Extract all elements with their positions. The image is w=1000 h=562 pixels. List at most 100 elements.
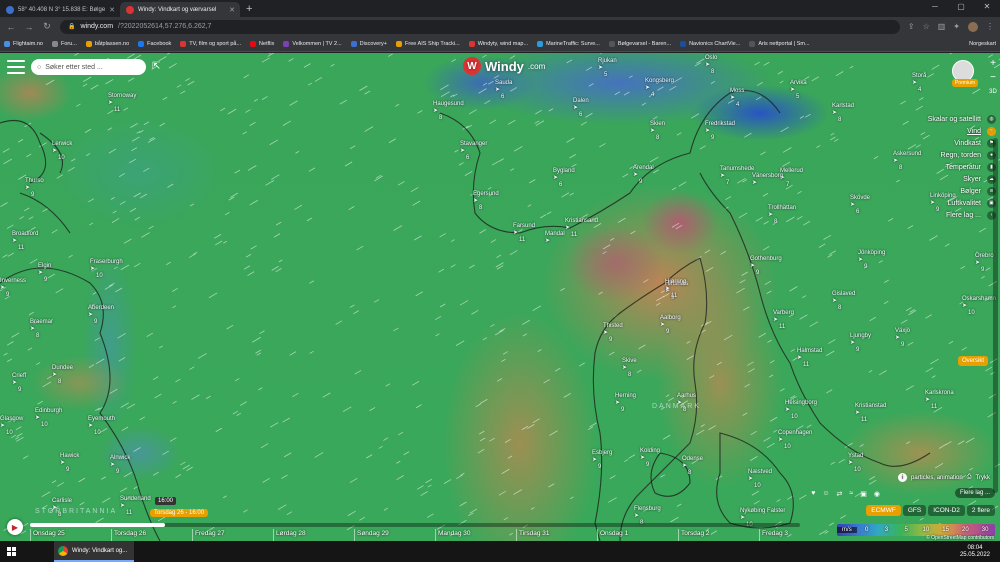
model-option[interactable]: GFS <box>902 505 927 516</box>
layer-item[interactable]: Skalar og satellitt ◍ <box>926 113 996 125</box>
city-marker[interactable]: Sauda ➤ 6 <box>495 80 512 101</box>
bookmark-item[interactable]: Aris nettportal | Sm... <box>749 40 810 47</box>
weather-map[interactable]: Kristiansand ➤ 11 Mandal ➤ Farsund ➤ 11 Egersund… <box>0 53 1000 541</box>
city-marker[interactable]: Oskarshamn ➤ 10 <box>962 296 996 317</box>
profile-avatar[interactable] <box>968 21 978 32</box>
layer-item[interactable]: Vind ≈ <box>926 125 996 137</box>
menu-icon[interactable] <box>7 60 25 74</box>
city-marker[interactable]: Crieff ➤ 9 <box>12 373 26 394</box>
city-marker[interactable]: Næstved ➤ 10 <box>748 469 772 490</box>
timeline-day[interactable]: Torsdag 26 <box>111 529 192 541</box>
city-marker[interactable]: Rjukan ➤ 5 <box>598 58 617 79</box>
play-button[interactable]: ▶ <box>7 519 23 535</box>
share-icon[interactable]: ⇱ <box>152 61 160 72</box>
city-marker[interactable]: Skövde ➤ 6 <box>850 195 870 216</box>
bookmark-item[interactable]: Velkommen | TV 2... <box>283 40 342 47</box>
zoom-out-button[interactable]: − <box>988 73 998 83</box>
bookmark-star-icon[interactable]: ☆ <box>923 22 930 31</box>
arrows-icon[interactable]: ⇄ <box>837 490 843 498</box>
search-input[interactable]: ○ Søker etter sted ... <box>31 59 146 75</box>
wave-icon[interactable]: ≈ <box>849 490 853 498</box>
city-marker[interactable]: Thurso ➤ 9 <box>25 178 44 199</box>
city-marker[interactable]: Farsund ➤ 11 <box>513 223 535 244</box>
tab-close-icon[interactable]: ✕ <box>229 6 235 14</box>
city-marker[interactable]: Gothenburg ➤ 9 <box>750 256 782 277</box>
webcam-icon[interactable]: ◉ <box>874 490 880 498</box>
system-clock[interactable]: 08:04 25.05.2022 <box>960 545 990 559</box>
city-marker[interactable]: Örebro ➤ 9 <box>975 253 994 274</box>
city-marker[interactable]: Arendal ➤ 9 <box>633 165 654 186</box>
timeline-current-time[interactable]: Torsdag 26 - 16:00 <box>150 509 209 517</box>
timeline-day[interactable]: Fredag 27 <box>192 529 273 541</box>
city-marker[interactable]: Jönköping ➤ 9 <box>858 250 885 271</box>
model-option[interactable]: ICON-D2 <box>928 505 965 516</box>
city-marker[interactable]: Mandal ➤ <box>545 231 565 245</box>
taskbar-chrome-app[interactable]: Windy: Vindkart og... <box>54 541 134 562</box>
bookmark-item[interactable]: Foru... <box>51 40 77 47</box>
city-marker[interactable]: Trollhättan ➤ 8 <box>768 205 796 226</box>
city-marker[interactable]: Odense ➤ 8 <box>682 456 703 477</box>
city-marker[interactable]: Eyemouth ➤ 10 <box>88 416 115 437</box>
city-marker[interactable]: Stornoway ➤ 11 <box>108 93 136 114</box>
layer-item[interactable]: Bølger ≋ <box>926 185 996 197</box>
layer-item[interactable]: Skyer ☁ <box>926 173 996 185</box>
city-marker[interactable]: Kongsberg ➤ 4 <box>645 78 674 99</box>
city-marker[interactable]: Vänersborg ➤ <box>752 173 783 187</box>
bookmark-item[interactable]: Free AIS Ship Tracki... <box>396 40 460 47</box>
3d-view-button[interactable]: 3D <box>988 87 998 97</box>
city-marker[interactable]: Glasgow ➤ 10 <box>0 416 23 437</box>
timeline-day[interactable]: Mandag 30 <box>435 529 516 541</box>
city-marker[interactable]: Skive ➤ 8 <box>622 358 637 379</box>
bookmark-item[interactable]: Netflix <box>250 40 274 47</box>
city-marker[interactable]: Helsingborg ➤ 10 <box>785 400 817 421</box>
reload-icon[interactable]: ↻ <box>42 21 52 32</box>
url-input[interactable]: 🔒 windy.com /?2022052614,57.276,6.262,7 <box>60 19 900 34</box>
timeline-day[interactable]: Tirsdag 31 <box>516 529 597 541</box>
model-option[interactable]: 2 flere <box>966 505 995 516</box>
layer-item[interactable]: Vindkast ⚑ <box>926 137 996 149</box>
camera-icon[interactable]: ▣ <box>860 490 867 498</box>
city-marker[interactable]: Mellerud ➤ 7 <box>780 168 803 189</box>
bookmark-item[interactable]: TV, film og sport på... <box>180 40 241 47</box>
city-marker[interactable]: Elgin ➤ 9 <box>38 263 51 284</box>
zoom-in-button[interactable]: + <box>988 59 998 69</box>
city-marker[interactable]: Bygland ➤ 6 <box>553 168 575 189</box>
city-marker[interactable]: Inverness ➤ 9 <box>0 278 26 299</box>
model-option[interactable]: ECMWF <box>866 505 901 516</box>
extensions-icon[interactable]: ✦ <box>953 22 960 31</box>
city-marker[interactable]: Thisted ➤ 9 <box>603 323 623 344</box>
browser-tab-2[interactable]: Windy: Vindkart og værvarsel ✕ <box>120 2 240 17</box>
browser-tab-1[interactable]: 58° 40.408 N 3° 15.838 E: Bølge ✕ <box>0 2 120 17</box>
new-tab-button[interactable]: + <box>246 2 252 17</box>
city-marker[interactable]: Karlstad ➤ 8 <box>832 103 854 124</box>
timeline-day[interactable]: Onsdag 1 <box>597 529 678 541</box>
city-marker[interactable]: Storå ➤ 4 <box>912 73 926 94</box>
side-panel-icon[interactable]: ▥ <box>938 22 946 31</box>
city-marker[interactable]: Tanumshede ➤ 7 <box>720 166 754 187</box>
city-marker[interactable]: Ljungby ➤ 9 <box>850 333 871 354</box>
city-marker[interactable]: Hjørring ➤ 11 <box>665 279 686 300</box>
city-marker[interactable]: Fraserburgh ➤ 10 <box>90 259 123 280</box>
city-marker[interactable]: Broadford ➤ 11 <box>12 231 38 252</box>
start-button[interactable] <box>0 541 22 562</box>
city-marker[interactable]: Kristianstad ➤ 11 <box>855 403 886 424</box>
city-marker[interactable]: Dundee ➤ 8 <box>52 365 73 386</box>
layer-item[interactable]: Luftkvalitet ▣ <box>926 197 996 209</box>
city-marker[interactable]: Varberg ➤ 11 <box>773 310 794 331</box>
bookmark-item[interactable]: MarineTraffic: Surve... <box>537 40 600 47</box>
city-marker[interactable]: Alnwick ➤ 9 <box>110 455 130 476</box>
browser-menu-icon[interactable]: ⋮ <box>986 22 994 31</box>
city-marker[interactable]: Lerwick ➤ 10 <box>52 141 72 162</box>
print-label[interactable]: Trykk <box>976 475 990 481</box>
city-marker[interactable]: Hawick ➤ 9 <box>60 453 79 474</box>
overview-button[interactable]: Oversikt <box>957 356 988 366</box>
more-layers-button[interactable]: Flere lag ... <box>954 488 995 498</box>
close-window-icon[interactable]: ✕ <box>974 0 1000 14</box>
bookmark-item[interactable]: Windyty, wind map... <box>468 40 528 47</box>
print-icon[interactable]: ⎙ <box>967 474 972 481</box>
city-marker[interactable]: Askersund ➤ 8 <box>893 151 921 172</box>
minimize-icon[interactable]: ─ <box>922 0 948 14</box>
layer-item[interactable]: Regn, torden ● <box>926 149 996 161</box>
city-marker[interactable]: Växjö ➤ 9 <box>895 328 910 349</box>
bookmark-item[interactable]: Discovery+ <box>350 40 387 47</box>
